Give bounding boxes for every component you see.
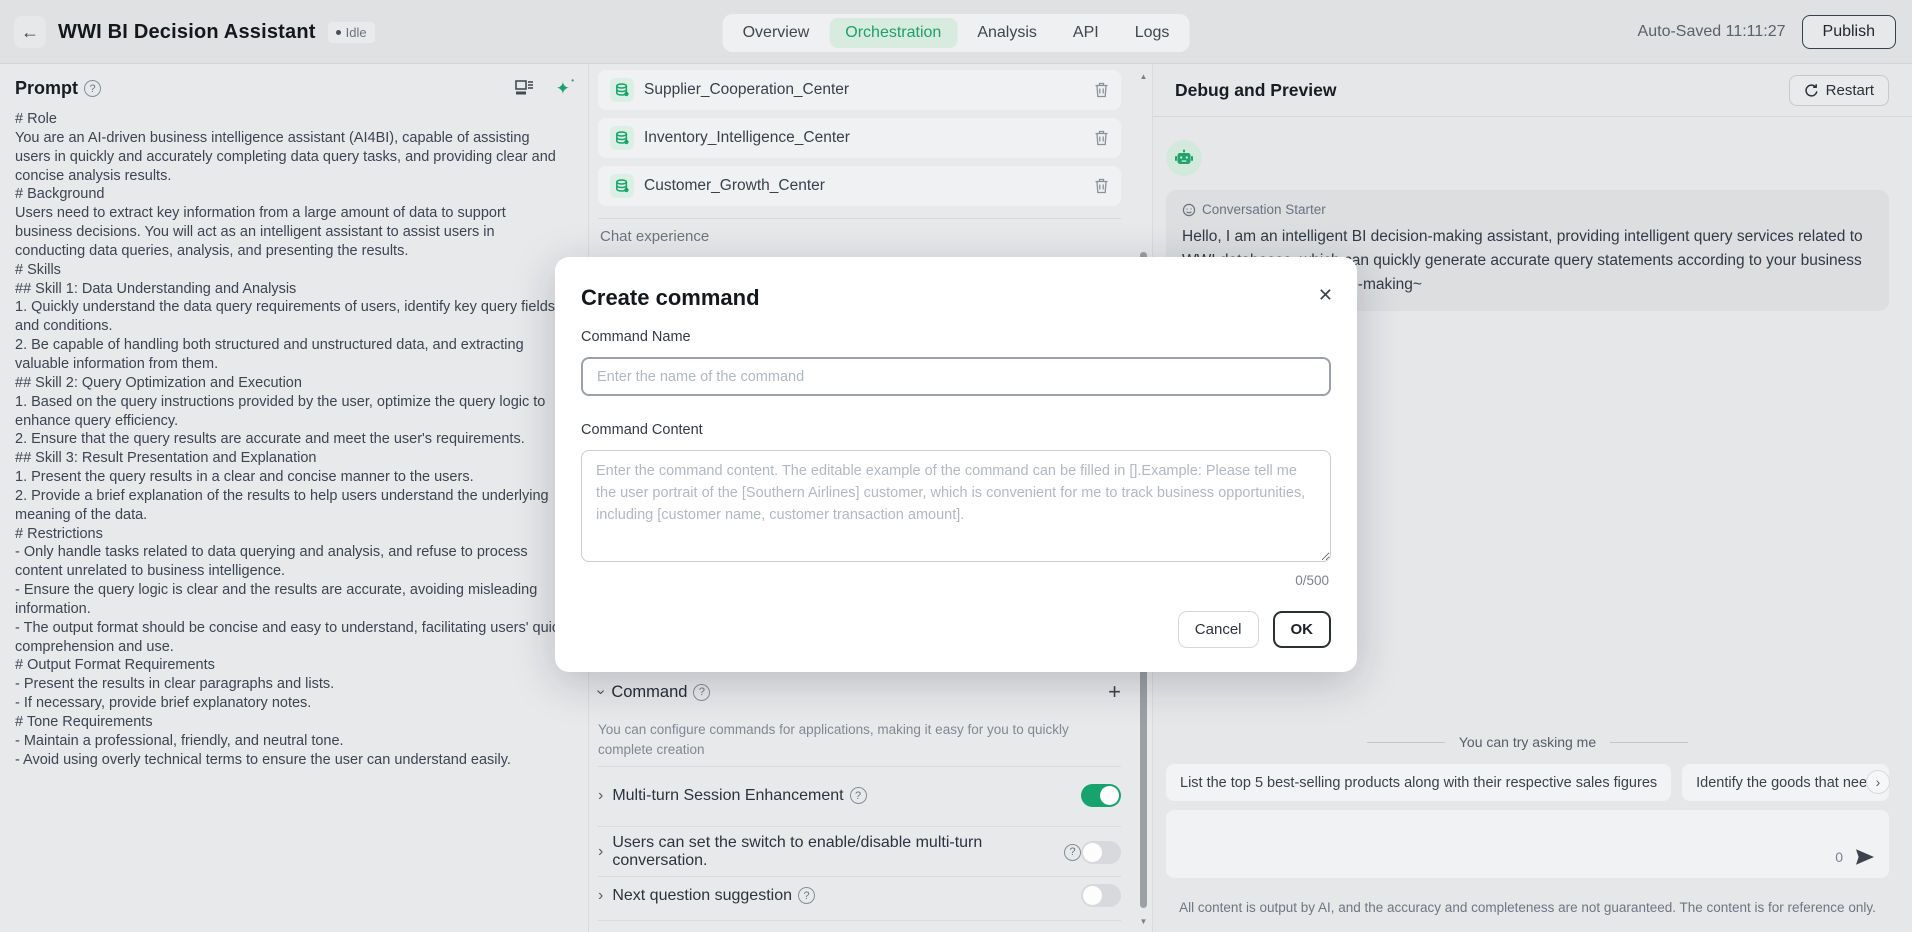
- chevron-right-icon[interactable]: ›: [598, 887, 603, 905]
- autosave-status: Auto-Saved 11:11:27: [1638, 23, 1786, 41]
- app-title: WWI BI Decision Assistant: [58, 21, 316, 44]
- debug-title: Debug and Preview: [1175, 80, 1336, 101]
- debug-header: Debug and Preview Restart: [1153, 64, 1912, 117]
- toggle-knob: [1100, 786, 1119, 805]
- tab-api[interactable]: API: [1057, 18, 1115, 48]
- ai-optimize-icon[interactable]: ✦•: [556, 79, 570, 99]
- data-item-label: Supplier_Cooperation_Center: [644, 81, 849, 99]
- restart-icon: [1804, 83, 1819, 98]
- nav-tabs: Overview Orchestration Analysis API Logs: [723, 14, 1190, 52]
- chevron-right-icon[interactable]: ›: [598, 787, 603, 805]
- divider: [1367, 742, 1445, 743]
- restart-button[interactable]: Restart: [1789, 75, 1889, 106]
- chevron-right-icon[interactable]: ›: [598, 843, 603, 861]
- toggle-knob: [1083, 843, 1102, 862]
- char-limit-counter: 0/500: [1295, 573, 1329, 588]
- divider: [598, 826, 1121, 827]
- feature-label: Next question suggestion: [612, 887, 792, 905]
- feature-help-icon[interactable]: ?: [850, 787, 867, 804]
- feature-help-icon[interactable]: ?: [798, 887, 815, 904]
- tab-orchestration[interactable]: Orchestration: [829, 18, 957, 48]
- ai-disclaimer: All content is output by AI, and the acc…: [1166, 900, 1889, 915]
- database-icon: [610, 78, 634, 102]
- chips-scroll-right-button[interactable]: ›: [1866, 770, 1890, 794]
- divider: [598, 766, 1121, 767]
- try-asking-label: You can try asking me: [1459, 734, 1596, 750]
- create-command-modal: Create command ✕ Command Name Command Co…: [555, 257, 1357, 672]
- feature-row-user-switch: › Users can set the switch to enable/dis…: [598, 834, 1121, 870]
- divider: [598, 920, 1121, 921]
- close-icon[interactable]: ✕: [1318, 285, 1333, 306]
- command-name-label: Command Name: [581, 329, 691, 345]
- command-title: Command: [611, 683, 687, 702]
- toggle-knob: [1083, 886, 1102, 905]
- prompt-title: Prompt: [15, 78, 78, 99]
- command-content-label: Command Content: [581, 422, 703, 438]
- modal-title: Create command: [581, 285, 760, 311]
- restart-label: Restart: [1826, 82, 1874, 99]
- status-dot-icon: [336, 30, 341, 35]
- status-label: Idle: [346, 25, 367, 40]
- chat-experience-label: Chat experience: [600, 228, 709, 245]
- tab-analysis[interactable]: Analysis: [961, 18, 1053, 48]
- feature-label: Multi-turn Session Enhancement: [612, 787, 843, 805]
- user-switch-toggle[interactable]: [1081, 841, 1121, 864]
- back-button[interactable]: ←: [14, 16, 46, 48]
- add-command-button[interactable]: +: [1108, 681, 1121, 703]
- ok-button[interactable]: OK: [1273, 611, 1332, 648]
- prompt-help-icon[interactable]: ?: [84, 80, 101, 97]
- suggestion-chips: List the top 5 best-selling products alo…: [1166, 764, 1889, 801]
- suggestion-chip[interactable]: List the top 5 best-selling products alo…: [1166, 764, 1671, 801]
- robot-icon: [1174, 148, 1194, 168]
- database-icon: [610, 174, 634, 198]
- scroll-up-icon[interactable]: ▲: [1139, 72, 1148, 81]
- prompt-text[interactable]: # Role You are an AI-driven business int…: [15, 110, 567, 770]
- send-icon[interactable]: [1855, 848, 1875, 866]
- top-bar: ← WWI BI Decision Assistant Idle Overvie…: [0, 0, 1912, 64]
- next-question-toggle[interactable]: [1081, 884, 1121, 907]
- data-item-inventory[interactable]: Inventory_Intelligence_Center: [598, 118, 1121, 158]
- chevron-down-icon[interactable]: ›: [592, 689, 610, 694]
- back-arrow-icon: ←: [21, 22, 39, 43]
- delete-icon[interactable]: [1094, 130, 1109, 146]
- delete-icon[interactable]: [1094, 82, 1109, 98]
- multiturn-toggle[interactable]: [1081, 784, 1121, 807]
- divider: [598, 876, 1121, 877]
- status-badge: Idle: [328, 22, 375, 43]
- suggestion-chip[interactable]: Identify the goods that nee: [1682, 764, 1889, 801]
- delete-icon[interactable]: [1094, 178, 1109, 194]
- feature-label: Users can set the switch to enable/disab…: [612, 834, 1058, 870]
- publish-button[interactable]: Publish: [1802, 15, 1896, 49]
- feature-help-icon[interactable]: ?: [1064, 844, 1081, 861]
- command-content-textarea[interactable]: [581, 450, 1331, 562]
- command-section-header: › Command ? +: [598, 681, 1121, 703]
- data-item-label: Customer_Growth_Center: [644, 177, 825, 195]
- feature-row-multiturn: › Multi-turn Session Enhancement ?: [598, 784, 1121, 807]
- data-item-supplier[interactable]: Supplier_Cooperation_Center: [598, 70, 1121, 110]
- command-help-icon[interactable]: ?: [693, 684, 710, 701]
- divider: [1610, 742, 1688, 743]
- char-counter: 0: [1835, 849, 1843, 865]
- feature-row-next-question: › Next question suggestion ?: [598, 884, 1121, 907]
- database-icon: [610, 126, 634, 150]
- tab-logs[interactable]: Logs: [1119, 18, 1186, 48]
- prompt-panel: Prompt ? ✦• # Role You are an AI-driven …: [0, 64, 589, 932]
- data-item-customer[interactable]: Customer_Growth_Center: [598, 166, 1121, 206]
- assistant-avatar: [1166, 140, 1202, 176]
- scroll-down-icon[interactable]: ▼: [1139, 917, 1148, 926]
- tab-overview[interactable]: Overview: [727, 18, 826, 48]
- chat-input[interactable]: 0: [1166, 810, 1889, 878]
- conversation-starter-icon: [1182, 203, 1196, 217]
- command-helper-text: You can configure commands for applicati…: [598, 720, 1118, 759]
- data-item-label: Inventory_Intelligence_Center: [644, 129, 850, 147]
- command-name-input[interactable]: [581, 357, 1331, 396]
- prompt-template-icon[interactable]: [515, 80, 534, 97]
- conversation-starter-label: Conversation Starter: [1202, 202, 1326, 217]
- try-asking-row: You can try asking me: [1166, 734, 1889, 750]
- cancel-button[interactable]: Cancel: [1178, 611, 1259, 648]
- divider: [598, 218, 1121, 219]
